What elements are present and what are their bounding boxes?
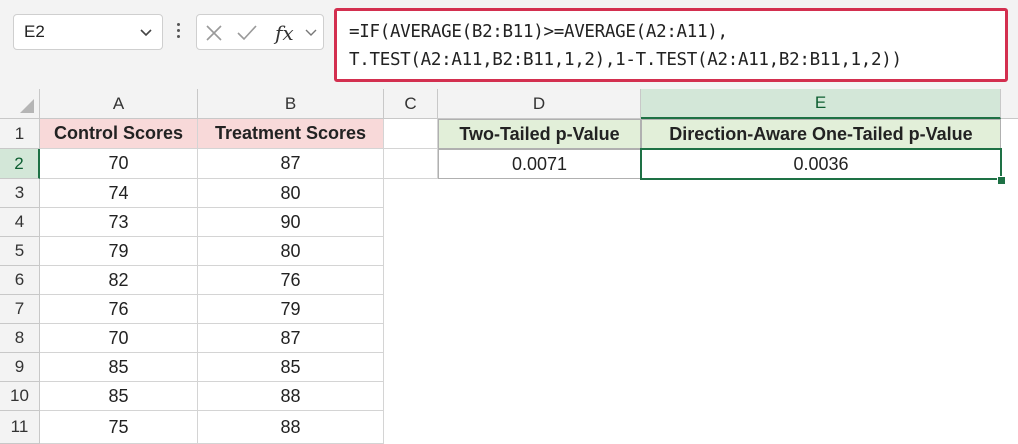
control-score-cell[interactable]: 85 (40, 382, 198, 411)
treatment-score-cell[interactable]: 88 (198, 411, 384, 444)
cell-c2[interactable] (384, 149, 438, 179)
row-header-7[interactable]: 7 (0, 295, 40, 324)
row-header-3[interactable]: 3 (0, 179, 40, 208)
more-options-icon[interactable] (175, 21, 181, 45)
formula-line-1: =IF(AVERAGE(B2:B11)>=AVERAGE(A2:A11), (349, 22, 728, 42)
one-tailed-p-value[interactable]: 0.0036 (640, 148, 1002, 180)
treatment-score-cell[interactable]: 79 (198, 295, 384, 324)
control-score-cell[interactable]: 70 (40, 149, 198, 179)
cancel-icon[interactable] (204, 23, 224, 48)
header-control-scores[interactable]: Control Scores (40, 119, 198, 149)
svg-text:fx: fx (273, 21, 294, 45)
expand-chevron-icon[interactable] (303, 25, 319, 46)
treatment-score-cell[interactable]: 87 (198, 149, 384, 179)
column-header-b[interactable]: B (198, 89, 384, 119)
row-header-10[interactable]: 10 (0, 382, 40, 411)
treatment-score-cell[interactable]: 90 (198, 208, 384, 237)
row-header-4[interactable]: 4 (0, 208, 40, 237)
row-header-8[interactable]: 8 (0, 324, 40, 353)
header-treatment-scores[interactable]: Treatment Scores (198, 119, 384, 149)
column-header-e[interactable]: E (641, 89, 1001, 119)
chevron-down-icon[interactable] (138, 24, 154, 45)
row-header-5[interactable]: 5 (0, 237, 40, 266)
treatment-score-cell[interactable]: 76 (198, 266, 384, 295)
control-score-cell[interactable]: 85 (40, 353, 198, 382)
row-header-9[interactable]: 9 (0, 353, 40, 382)
cell-c1[interactable] (384, 119, 438, 149)
header-two-tailed-p[interactable]: Two-Tailed p-Value (438, 119, 641, 149)
control-score-cell[interactable]: 79 (40, 237, 198, 266)
control-score-cell[interactable]: 75 (40, 411, 198, 444)
column-header-d[interactable]: D (438, 89, 641, 119)
formula-line-2: T.TEST(A2:A11,B2:B11,1,2),1-T.TEST(A2:A1… (349, 50, 902, 70)
enter-icon[interactable] (236, 23, 258, 48)
column-header-a[interactable]: A (40, 89, 198, 119)
select-all-corner[interactable] (0, 89, 40, 119)
formula-input[interactable]: =IF(AVERAGE(B2:B11)>=AVERAGE(A2:A11), T.… (334, 8, 1008, 82)
formula-bar-area: E2 fx =IF(AVERAGE(B2:B11)>=AVERAGE(A2:A1… (0, 0, 1018, 89)
row-header-6[interactable]: 6 (0, 266, 40, 295)
row-header-2[interactable]: 2 (0, 149, 40, 179)
control-score-cell[interactable]: 70 (40, 324, 198, 353)
treatment-score-cell[interactable]: 80 (198, 237, 384, 266)
row-header-1[interactable]: 1 (0, 119, 40, 149)
treatment-score-cell[interactable]: 85 (198, 353, 384, 382)
formula-controls: fx (196, 14, 324, 50)
treatment-score-cell[interactable]: 88 (198, 382, 384, 411)
row-header-11[interactable]: 11 (0, 411, 40, 444)
fill-handle[interactable] (997, 176, 1006, 185)
name-box-value: E2 (24, 22, 45, 41)
name-box[interactable]: E2 (13, 14, 163, 50)
control-score-cell[interactable]: 76 (40, 295, 198, 324)
column-header-f[interactable] (1001, 89, 1018, 119)
control-score-cell[interactable]: 74 (40, 179, 198, 208)
two-tailed-p-value[interactable]: 0.0071 (438, 149, 641, 179)
control-score-cell[interactable]: 82 (40, 266, 198, 295)
treatment-score-cell[interactable]: 87 (198, 324, 384, 353)
header-one-tailed-p[interactable]: Direction-Aware One-Tailed p-Value (641, 119, 1001, 149)
treatment-score-cell[interactable]: 80 (198, 179, 384, 208)
column-header-c[interactable]: C (384, 89, 438, 119)
control-score-cell[interactable]: 73 (40, 208, 198, 237)
insert-function-icon[interactable]: fx (273, 20, 301, 51)
